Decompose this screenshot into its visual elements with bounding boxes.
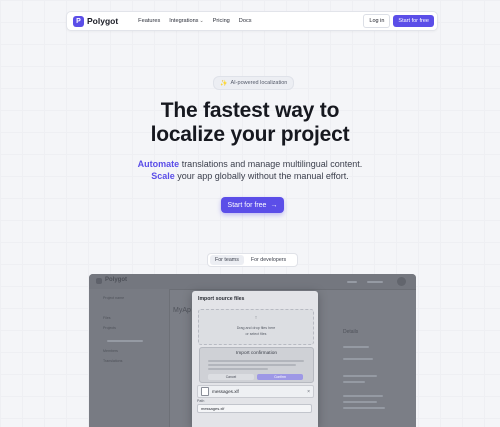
ai-badge-label: AI-powered localization	[230, 80, 288, 86]
sidebar-placeholder	[107, 340, 143, 342]
nav-links: Features Integrations ⌄ Pricing Docs	[138, 18, 251, 24]
sidebar-item-members: Members	[103, 349, 118, 353]
modal-title: Import source files	[198, 296, 245, 302]
import-confirmation-dialog: Import confirmation Cancel Confirm	[199, 347, 314, 383]
start-free-button[interactable]: Start for free →	[221, 197, 284, 213]
hero-headline-line1: The fastest way to	[160, 99, 340, 122]
details-placeholder	[343, 358, 373, 360]
details-placeholder	[343, 375, 377, 377]
hero-subtitle-line2: Scale your app globally without the manu…	[0, 170, 500, 182]
file-icon	[201, 387, 209, 396]
sparkle-icon: ✨	[220, 80, 228, 87]
sidebar-item-translations: Translations	[103, 359, 123, 363]
subtitle-text1: translations and manage multilingual con…	[179, 159, 363, 169]
dropzone-browse: or select files	[199, 332, 313, 336]
subtitle-text2: your app globally without the manual eff…	[174, 171, 349, 181]
start-free-nav-button[interactable]: Start for free	[393, 15, 434, 27]
preview-app-name: Polygot	[105, 277, 127, 283]
confirmation-text-line	[208, 368, 268, 370]
preview-top-placeholder	[347, 281, 357, 283]
close-icon[interactable]: ×	[307, 389, 310, 395]
sidebar-header: Project name	[103, 296, 125, 300]
confirm-button[interactable]: Confirm	[257, 374, 303, 380]
details-placeholder	[343, 401, 377, 403]
avatar	[397, 277, 406, 286]
accent-automate: Automate	[137, 159, 180, 169]
nav-link-integrations[interactable]: Integrations ⌄	[169, 18, 203, 24]
details-placeholder	[343, 381, 365, 383]
preview-details-title: Details	[343, 329, 359, 335]
chevron-down-icon: ⌄	[199, 18, 204, 24]
hero-subtitle: Automate translations and manage multili…	[0, 158, 500, 182]
tab-for-developers[interactable]: For developers	[246, 255, 291, 265]
path-input[interactable]: messages.xlf	[197, 404, 312, 413]
confirmation-text-line	[208, 360, 304, 362]
path-label: Path	[197, 399, 205, 403]
file-dropzone[interactable]: ↑ Drag and drop files here or select fil…	[198, 309, 314, 345]
cancel-button[interactable]: Cancel	[208, 374, 254, 380]
preview-topbar: Polygot	[89, 274, 416, 290]
logo-text: Polygot	[87, 16, 119, 26]
top-navbar: P Polygot Features Integrations ⌄ Pricing…	[66, 11, 438, 31]
hero-headline: The fastest way to localize your project	[0, 99, 500, 147]
preview-logo-icon	[96, 278, 102, 284]
confirmation-text-line	[208, 364, 296, 366]
browse-files-link[interactable]: select files	[250, 332, 267, 336]
hero-subtitle-line1: Automate translations and manage multili…	[0, 158, 500, 170]
file-name: messages.xlf	[212, 389, 239, 394]
arrow-right-icon: →	[270, 201, 278, 209]
logo[interactable]: P Polygot	[73, 15, 119, 27]
details-placeholder	[343, 395, 383, 397]
nav-link-pricing[interactable]: Pricing	[213, 18, 230, 24]
sidebar-item-files: Files	[103, 316, 111, 320]
dropzone-text: Drag and drop files here	[236, 326, 276, 330]
dropzone-or: or	[245, 332, 249, 336]
nav-link-features[interactable]: Features	[138, 18, 160, 24]
audience-toggle: For teams For developers	[207, 253, 298, 267]
nav-link-integrations-label: Integrations	[169, 18, 199, 24]
login-button[interactable]: Log in	[363, 14, 391, 28]
uploaded-file-row: messages.xlf ×	[197, 385, 314, 398]
sidebar-item-projects: Projects	[103, 326, 116, 330]
confirmation-title: Import confirmation	[235, 351, 278, 356]
preview-top-placeholder	[367, 281, 383, 283]
ai-badge: ✨ AI-powered localization	[213, 76, 295, 90]
cta-label: Start for free	[227, 201, 267, 209]
upload-icon: ↑	[254, 315, 258, 321]
nav-link-docs[interactable]: Docs	[239, 18, 252, 24]
nav-actions: Log in Start for free	[363, 14, 434, 28]
hero-headline-line2: localize your project	[150, 123, 350, 146]
details-placeholder	[343, 407, 385, 409]
preview-project-label: MyAp	[173, 307, 191, 314]
logo-icon: P	[73, 15, 84, 27]
details-placeholder	[343, 346, 369, 348]
tab-for-teams[interactable]: For teams	[210, 255, 244, 265]
preview-sidebar: Project name Files Projects Members Tran…	[89, 289, 170, 427]
accent-scale: Scale	[151, 171, 175, 181]
